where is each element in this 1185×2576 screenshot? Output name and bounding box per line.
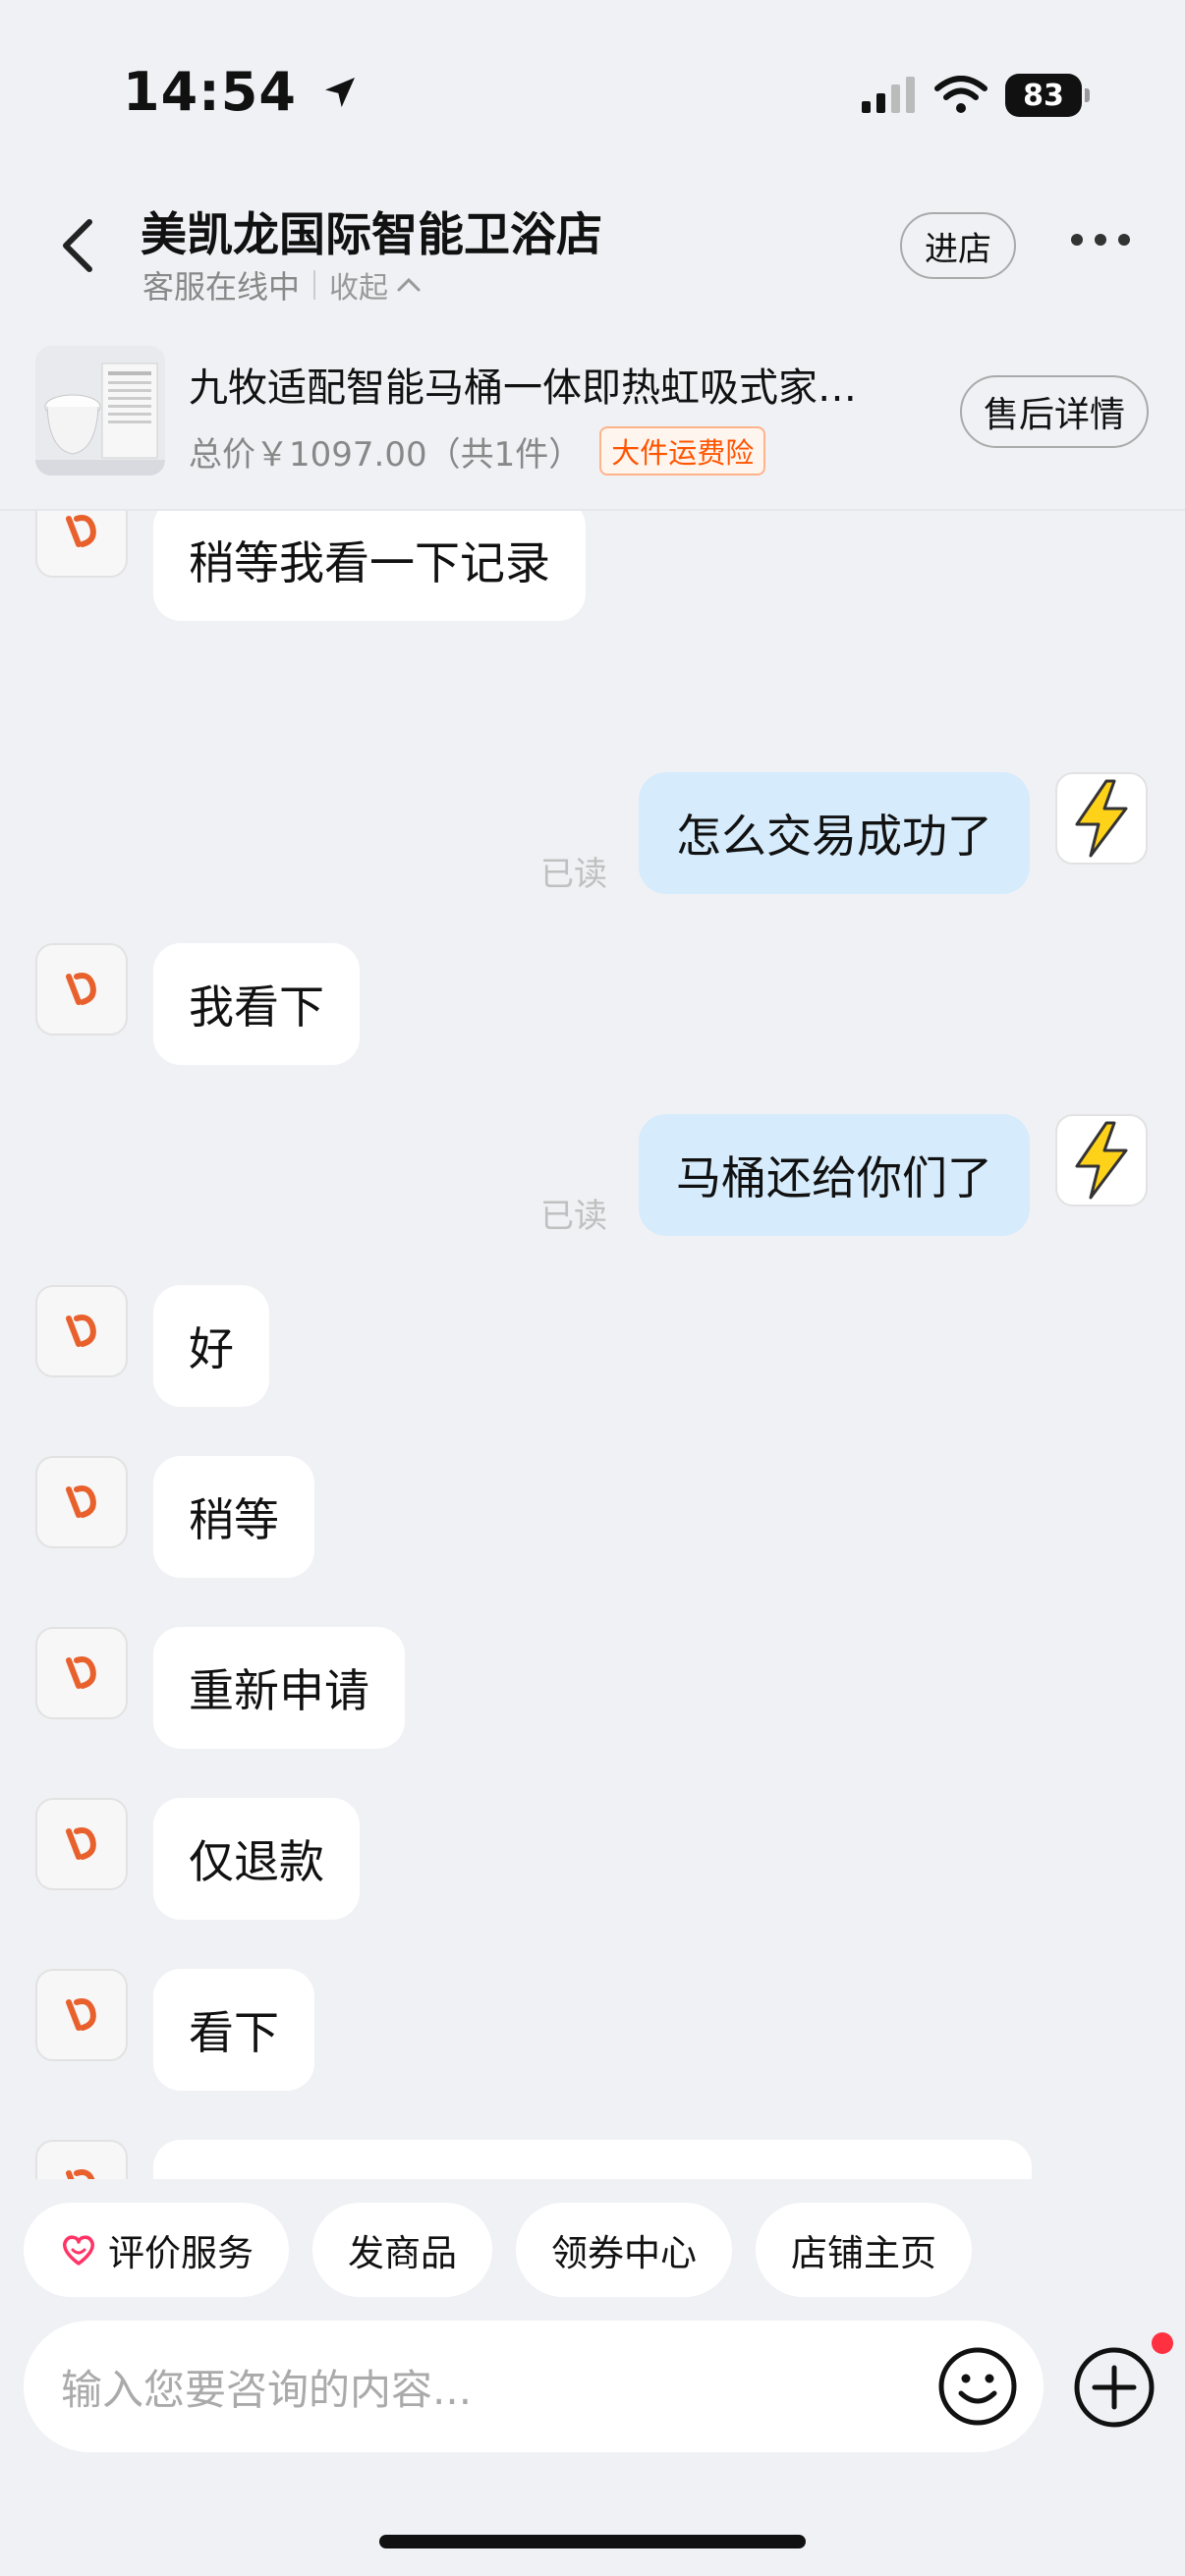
back-button[interactable] (54, 216, 103, 275)
status-time: 14:54 (123, 61, 360, 123)
input-placeholder: 输入您要咨询的内容... (61, 2365, 473, 2414)
message-bubble-shop[interactable]: 稍等我看一下记录 (153, 511, 586, 621)
emoji-button[interactable] (937, 2346, 1018, 2427)
send-product-button[interactable]: 发商品 (312, 2203, 492, 2297)
status-time-text: 14:54 (123, 61, 297, 123)
shop-avatar[interactable] (35, 1627, 128, 1719)
message-bubble-shop[interactable]: 看下 (153, 1969, 314, 2091)
message-bubble-shop[interactable] (153, 2140, 1032, 2179)
battery-level: 83 (1023, 78, 1064, 113)
location-arrow-icon (324, 78, 355, 107)
collapse-label: 收起 (329, 271, 389, 306)
product-price: 总价￥1097.00（共1件） (189, 434, 583, 475)
message-bubble-user[interactable]: 马桶还给你们了 (639, 1114, 1030, 1236)
shop-logo-icon (66, 1656, 96, 1689)
shop-logo-icon (66, 973, 96, 1005)
shop-avatar[interactable] (35, 2140, 128, 2179)
shop-title[interactable]: 美凯龙国际智能卫浴店 (141, 196, 602, 264)
message-bubble-shop[interactable]: 重新申请 (153, 1627, 405, 1749)
toilet-product-image (35, 346, 165, 476)
plus-circle-icon (1074, 2347, 1155, 2428)
shop-avatar[interactable] (35, 1456, 128, 1548)
home-indicator[interactable] (379, 2535, 806, 2548)
chevron-left-icon (63, 219, 92, 272)
message-bubble-shop[interactable]: 我看下 (153, 943, 360, 1065)
shop-logo-icon (66, 1998, 96, 2031)
product-price-row: 总价￥1097.00（共1件） 大件运费险 (189, 426, 766, 476)
more-dot-icon (1071, 234, 1083, 246)
shop-avatar[interactable] (35, 511, 128, 578)
wifi-icon (934, 76, 988, 113)
lightning-bolt-icon (1075, 1121, 1128, 1200)
status-icons: 83 (860, 71, 1090, 120)
send-product-label: 发商品 (348, 2232, 457, 2274)
shop-logo-icon (66, 515, 96, 547)
coupon-center-button[interactable]: 领券中心 (516, 2203, 732, 2297)
chat-message-list[interactable]: 稍等我看一下记录 已读 怎么交易成功了 我看下 已读 马桶还给你们了 好 稍等 (0, 511, 1185, 2179)
notification-dot (1152, 2332, 1173, 2354)
cellular-signal-icon (862, 77, 915, 113)
message-input[interactable]: 输入您要咨询的内容... (24, 2321, 1044, 2452)
smiley-face-icon (938, 2347, 1017, 2426)
lightning-bolt-icon (1075, 779, 1128, 858)
shop-logo-icon (66, 1827, 96, 1860)
quick-actions-bar: 评价服务 发商品 领券中心 店铺主页 (24, 2203, 972, 2297)
read-status: 已读 (540, 1197, 607, 1236)
more-dot-icon (1118, 234, 1130, 246)
shop-avatar[interactable] (35, 1285, 128, 1377)
coupon-center-label: 领券中心 (551, 2232, 697, 2274)
online-status: 客服在线中 (142, 268, 301, 306)
more-dot-icon (1095, 234, 1106, 246)
message-bubble-shop[interactable]: 稍等 (153, 1456, 314, 1578)
store-homepage-label: 店铺主页 (791, 2232, 936, 2274)
shop-avatar[interactable] (35, 1798, 128, 1890)
collapse-button[interactable]: 收起 (329, 263, 422, 307)
message-bubble-shop[interactable]: 好 (153, 1285, 269, 1407)
battery-indicator: 83 (1005, 74, 1090, 117)
shipping-insurance-badge: 大件运费险 (599, 426, 766, 476)
shop-status-row: 客服在线中 收起 (142, 262, 422, 308)
shop-logo-icon (66, 2169, 95, 2179)
product-thumbnail[interactable] (35, 346, 165, 476)
message-bubble-user[interactable]: 怎么交易成功了 (639, 772, 1030, 894)
shop-logo-icon (66, 1315, 96, 1347)
store-homepage-button[interactable]: 店铺主页 (756, 2203, 972, 2297)
shop-avatar[interactable] (35, 1969, 128, 2061)
divider (313, 270, 316, 300)
shop-logo-icon (66, 1485, 96, 1518)
heart-icon (63, 2235, 94, 2266)
rate-service-label: 评价服务 (108, 2232, 254, 2274)
shop-avatar[interactable] (35, 943, 128, 1036)
chevron-up-icon (397, 277, 421, 292)
rate-service-button[interactable]: 评价服务 (24, 2203, 289, 2297)
user-avatar[interactable] (1055, 772, 1148, 865)
read-status: 已读 (540, 855, 607, 894)
more-actions-button[interactable] (1073, 2346, 1156, 2429)
user-avatar[interactable] (1055, 1114, 1148, 1206)
more-options-button[interactable] (1071, 234, 1130, 246)
visit-store-button[interactable]: 进店 (900, 212, 1016, 279)
product-name[interactable]: 九牧适配智能马桶一体即热虹吸式家… (189, 356, 896, 413)
message-bubble-shop[interactable]: 仅退款 (153, 1798, 360, 1920)
after-sale-details-button[interactable]: 售后详情 (960, 375, 1149, 448)
